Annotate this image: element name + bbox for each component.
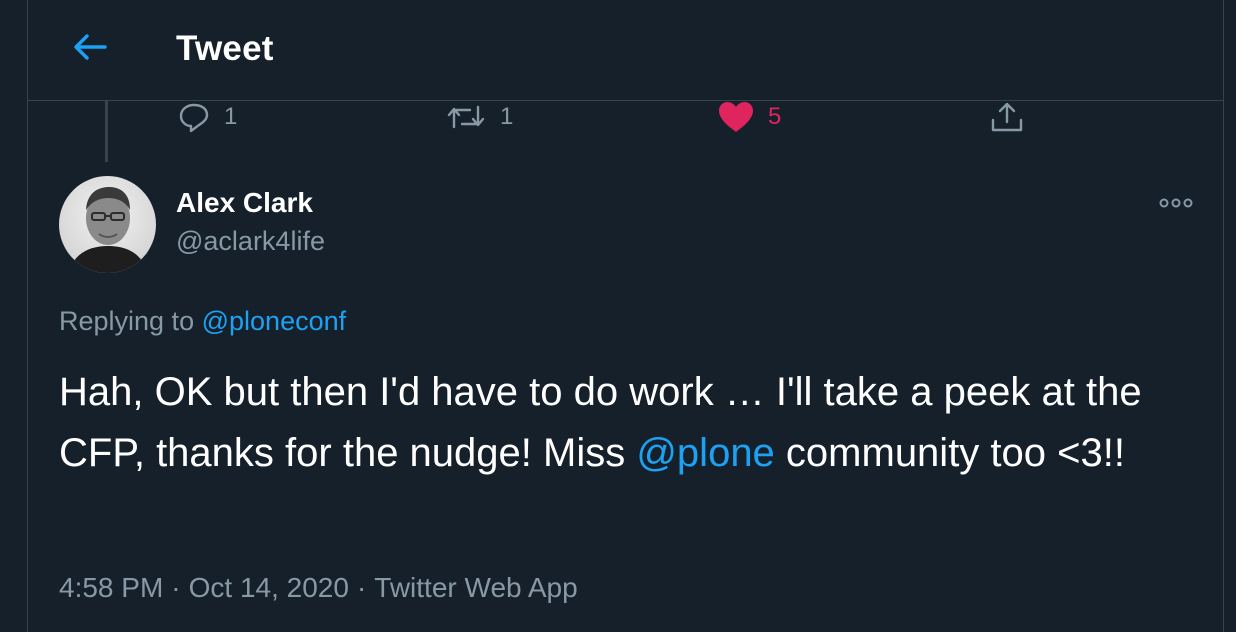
- heart-filled-icon: [719, 102, 753, 132]
- retweet-icon: [447, 105, 485, 129]
- share-button[interactable]: [990, 100, 1024, 134]
- author-display-name[interactable]: Alex Clark: [176, 187, 313, 219]
- like-button[interactable]: 5: [718, 100, 781, 134]
- replying-to-label: Replying to: [59, 306, 195, 336]
- page-title: Tweet: [176, 29, 274, 68]
- share-icon: [991, 102, 1023, 132]
- tweet-mention-link[interactable]: @plone: [636, 431, 774, 475]
- reply-icon: [179, 103, 209, 133]
- retweet-button[interactable]: 1: [446, 100, 513, 134]
- like-count: 5: [768, 103, 782, 130]
- tweet-page: Tweet 1 1 5 Alex Clark @aclark4life Repl…: [27, 0, 1224, 632]
- tweet-text: Hah, OK but then I'd have to do work … I…: [59, 362, 1199, 484]
- retweet-count: 1: [500, 103, 514, 130]
- avatar[interactable]: [59, 176, 156, 273]
- parent-tweet-actions: 1 1 5: [28, 100, 1223, 136]
- tweet-metadata: 4:58 PM · Oct 14, 2020 · Twitter Web App: [59, 572, 578, 603]
- back-button[interactable]: [70, 30, 110, 64]
- replying-to-line: Replying to @ploneconf: [59, 306, 346, 337]
- reply-button[interactable]: 1: [178, 100, 237, 134]
- more-options-button[interactable]: [1154, 191, 1198, 215]
- author-handle[interactable]: @aclark4life: [176, 226, 325, 257]
- more-dots-icon: [1159, 198, 1193, 208]
- replying-to-mention[interactable]: @ploneconf: [202, 306, 347, 336]
- avatar-photo: [59, 176, 156, 273]
- page-header: Tweet: [28, 0, 1223, 101]
- reply-count: 1: [224, 103, 238, 130]
- tweet-text-part-2: community too <3!!: [774, 431, 1125, 475]
- tweet-date[interactable]: Oct 14, 2020: [189, 572, 349, 603]
- tweet-source[interactable]: Twitter Web App: [374, 572, 577, 603]
- tweet-time[interactable]: 4:58 PM: [59, 572, 163, 603]
- back-arrow-icon: [74, 34, 107, 60]
